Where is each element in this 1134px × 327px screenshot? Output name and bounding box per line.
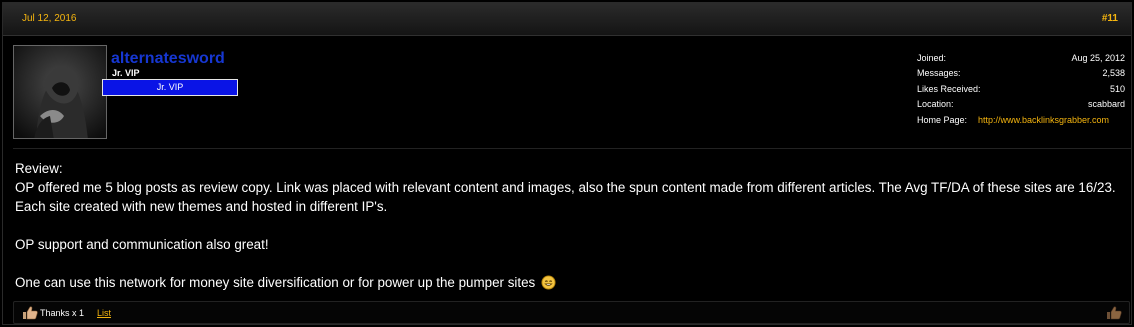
smile-emoji-icon [541,275,556,295]
stat-home-page: Home Page: http://www.backlinksgrabber.c… [917,115,1125,130]
stat-label: Location: [917,99,954,110]
stat-value[interactable]: scabbard [1088,99,1125,109]
thanks-count: Thanks x 1 [40,308,85,318]
stat-label: Likes Received: [917,83,981,94]
stat-value[interactable]: 2,538 [1102,68,1125,78]
stat-messages: Messages: 2,538 [917,68,1125,83]
avatar[interactable] [13,45,107,139]
forum-post: Jul 12, 2016 #11 alternatesword Jr. VIP … [2,2,1132,325]
user-banner: Jr. VIP [102,79,238,96]
home-page-link[interactable]: http://www.backlinksgrabber.com [978,115,1109,125]
thanks-list-link[interactable]: List [97,308,111,318]
stat-joined: Joined: Aug 25, 2012 [917,53,1125,68]
post-footer: Thanks x 1 List [13,301,1130,324]
message-text: One can use this network for money site … [15,275,536,290]
stat-label: Joined: [917,53,947,63]
post-message: Review: OP offered me 5 blog posts as re… [15,159,1125,295]
stat-location: Location: scabbard [917,99,1125,114]
thumbs-up-icon [22,306,38,325]
post-permalink[interactable]: #11 [1102,13,1118,24]
user-title: Jr. VIP [112,68,140,78]
stat-label: Home Page: [917,114,968,125]
user-stats: Joined: Aug 25, 2012 Messages: 2,538 Lik… [917,53,1125,130]
stat-likes-received: Likes Received: 510 [917,84,1125,99]
stat-label: Messages: [917,68,961,79]
thank-button-icon[interactable] [1106,306,1122,325]
message-line: Review: [15,161,63,176]
divider [13,148,1131,149]
username-link[interactable]: alternatesword [111,50,225,68]
stat-value: Aug 25, 2012 [1071,53,1125,63]
message-line: OP support and communication also great! [15,237,269,252]
message-paragraph: OP offered me 5 blog posts as review cop… [15,180,1116,214]
stat-value: 510 [1109,83,1125,94]
post-header: Jul 12, 2016 #11 [3,3,1131,36]
message-line: One can use this network for money site … [15,273,1125,295]
post-date: Jul 12, 2016 [22,13,77,24]
